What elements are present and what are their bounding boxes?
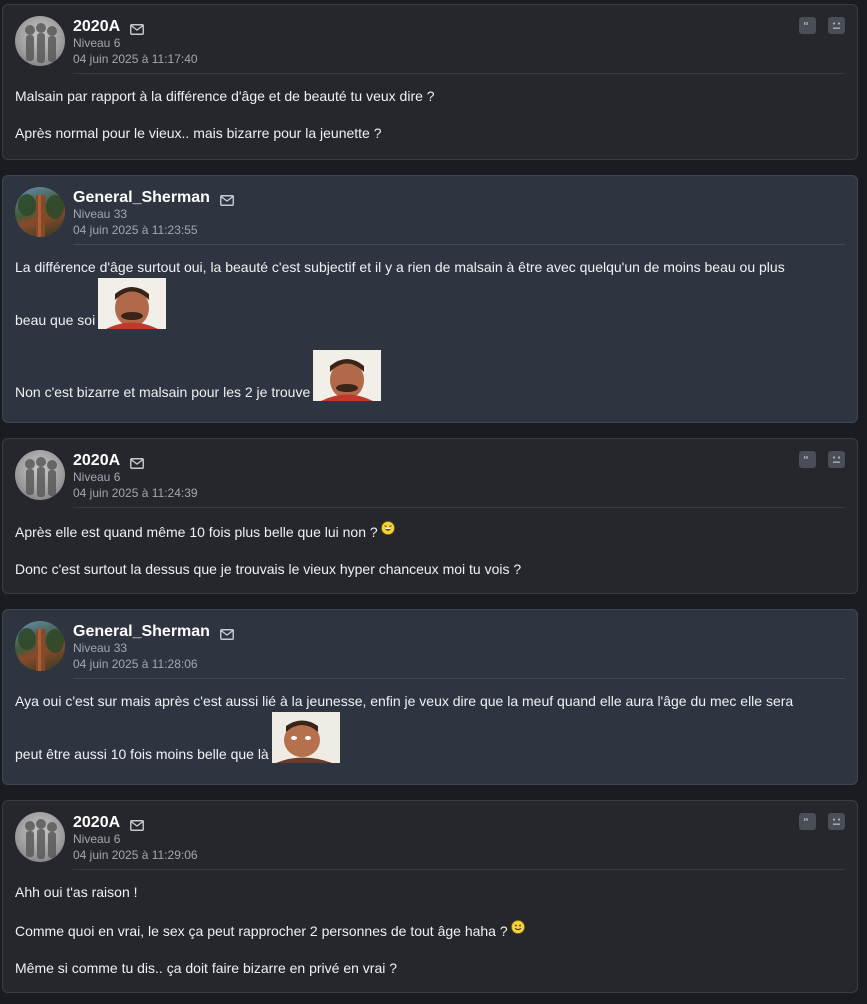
post-text: Aya oui c'est sur mais après c'est aussi…	[15, 693, 794, 709]
silhouettes-avatar-icon	[25, 819, 57, 859]
tree-avatar-icon	[18, 194, 64, 237]
user-avatar[interactable]	[15, 812, 65, 862]
quote-icon[interactable]: "	[799, 17, 816, 34]
header-divider	[73, 678, 845, 679]
post-text: Après normal pour le vieux.. mais bizarr…	[15, 125, 382, 141]
header-divider	[73, 244, 845, 245]
envelope-icon[interactable]	[130, 818, 145, 831]
envelope-icon[interactable]	[220, 627, 234, 640]
user-avatar[interactable]	[15, 16, 65, 66]
post-text: Même si comme tu dis.. ça doit faire biz…	[15, 960, 398, 976]
report-icon[interactable]	[828, 813, 845, 830]
post-text-line: Après elle est quand même 10 fois plus b…	[15, 521, 845, 541]
risitas-sticker[interactable]	[313, 350, 382, 401]
post-text: Après elle est quand même 10 fois plus b…	[15, 524, 378, 540]
post: 2020A Niveau 6 04 juin 2025 à 11:17:40 "…	[2, 4, 858, 160]
laughing-smiley	[380, 521, 395, 535]
smile-smiley	[510, 920, 525, 934]
quote-icon[interactable]: "	[799, 451, 816, 468]
username[interactable]: General_Sherman	[73, 623, 210, 641]
username[interactable]: 2020A	[73, 452, 120, 470]
report-icon[interactable]	[828, 17, 845, 34]
tree-avatar-icon	[18, 628, 64, 671]
post-text: Malsain par rapport à la différence d'âg…	[15, 88, 435, 104]
post-text-line: beau que soi	[15, 278, 845, 329]
post-date[interactable]: 04 juin 2025 à 11:17:40	[73, 52, 198, 66]
post-text-line: Non c'est bizarre et malsain pour les 2 …	[15, 350, 845, 401]
post: 2020A Niveau 6 04 juin 2025 à 11:29:06 "…	[2, 800, 858, 993]
post-text-line: peut être aussi 10 fois moins belle que …	[15, 712, 845, 763]
post-text: La différence d'âge surtout oui, la beau…	[15, 259, 785, 275]
envelope-icon[interactable]	[220, 193, 234, 206]
post: General_Sherman Niveau 33 04 juin 2025 à…	[2, 175, 858, 423]
risitas-sticker[interactable]	[271, 712, 340, 763]
quote-icon[interactable]: "	[799, 813, 816, 830]
silhouettes-avatar-icon	[25, 457, 57, 497]
username[interactable]: General_Sherman	[73, 189, 210, 207]
username[interactable]: 2020A	[73, 814, 120, 832]
username[interactable]: 2020A	[73, 18, 120, 36]
risitas-sticker[interactable]	[98, 278, 167, 329]
user-level: Niveau 33	[73, 641, 128, 655]
post-text: beau que soi	[15, 312, 96, 328]
post-date[interactable]: 04 juin 2025 à 11:23:55	[73, 223, 198, 237]
svg-text:": "	[803, 454, 809, 465]
post-text-line: Comme quoi en vrai, le sex ça peut rappr…	[15, 920, 845, 940]
post-date[interactable]: 04 juin 2025 à 11:24:39	[73, 486, 198, 500]
user-avatar[interactable]	[15, 450, 65, 500]
post-text: Comme quoi en vrai, le sex ça peut rappr…	[15, 923, 508, 939]
svg-text:": "	[803, 20, 809, 31]
post-date[interactable]: 04 juin 2025 à 11:29:06	[73, 848, 198, 862]
envelope-icon[interactable]	[130, 22, 145, 35]
silhouettes-avatar-icon	[25, 23, 57, 63]
user-level: Niveau 6	[73, 470, 121, 484]
user-avatar[interactable]	[15, 621, 65, 671]
header-divider	[73, 869, 845, 870]
user-level: Niveau 6	[73, 832, 121, 846]
post: 2020A Niveau 6 04 juin 2025 à 11:24:39 "…	[2, 438, 858, 594]
post-text: Ahh oui t'as raison !	[15, 884, 138, 900]
post-text: peut être aussi 10 fois moins belle que …	[15, 746, 269, 762]
header-divider	[73, 507, 845, 508]
user-avatar[interactable]	[15, 187, 65, 237]
post-date[interactable]: 04 juin 2025 à 11:28:06	[73, 657, 198, 671]
user-level: Niveau 33	[73, 207, 128, 221]
user-level: Niveau 6	[73, 36, 121, 50]
report-icon[interactable]	[828, 451, 845, 468]
post-text: Non c'est bizarre et malsain pour les 2 …	[15, 384, 311, 400]
post: General_Sherman Niveau 33 04 juin 2025 à…	[2, 609, 858, 785]
header-divider	[73, 73, 845, 74]
svg-text:": "	[803, 816, 809, 827]
envelope-icon[interactable]	[130, 456, 145, 469]
post-text: Donc c'est surtout la dessus que je trou…	[15, 561, 522, 577]
